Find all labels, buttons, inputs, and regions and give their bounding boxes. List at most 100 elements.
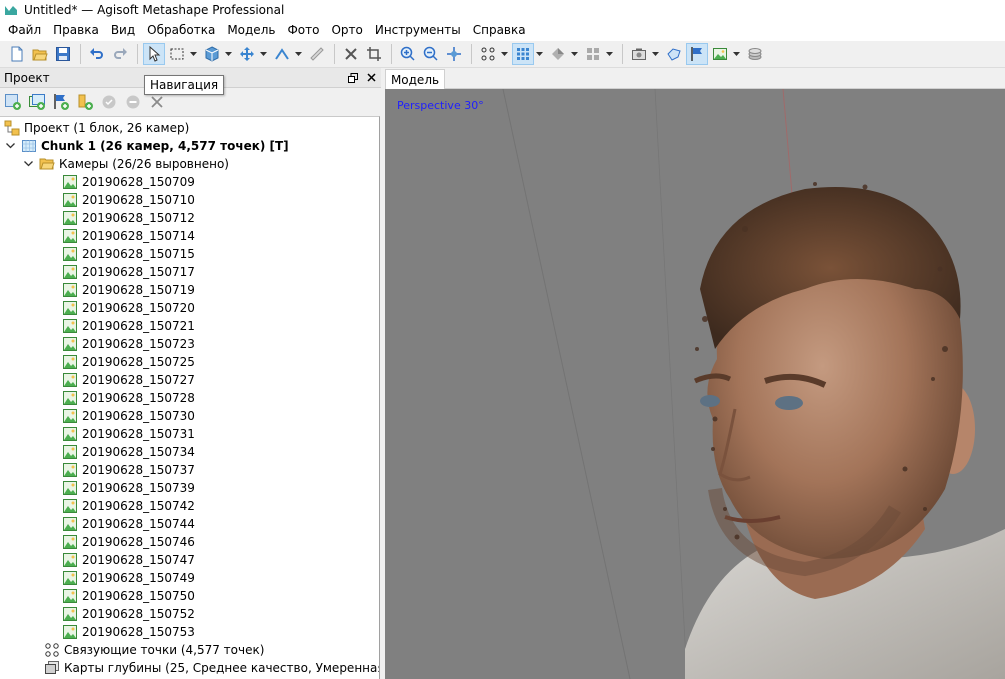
menu-photo[interactable]: Фото: [281, 20, 325, 41]
region-dropdown-arrow[interactable]: [224, 43, 233, 65]
region-button[interactable]: [201, 43, 223, 65]
camera-list-item[interactable]: 20190628_150727: [62, 371, 195, 389]
ruler-button[interactable]: [306, 43, 328, 65]
open-button[interactable]: [29, 43, 51, 65]
camera-label: 20190628_150710: [82, 193, 195, 207]
camera-list-item[interactable]: 20190628_150728: [62, 389, 195, 407]
tree-depth-maps[interactable]: Карты глубины (25, Среднее качество, Уме…: [44, 659, 379, 677]
menu-edit[interactable]: Правка: [47, 20, 105, 41]
project-tree[interactable]: Проект (1 блок, 26 камер) Chunk 1 (26 ка…: [0, 116, 380, 679]
camera-list-item[interactable]: 20190628_150744: [62, 515, 195, 533]
show-markers-button[interactable]: [663, 43, 685, 65]
tree-chunk-label: Chunk 1 (26 камер, 4,577 точек) [T]: [41, 139, 289, 153]
photo-icon: [63, 373, 77, 387]
add-chunk-button[interactable]: [3, 92, 23, 112]
reset-view-button[interactable]: [443, 43, 465, 65]
camera-list-item[interactable]: 20190628_150717: [62, 263, 195, 281]
camera-list-item[interactable]: 20190628_150720: [62, 299, 195, 317]
menu-workflow[interactable]: Обработка: [141, 20, 221, 41]
zoom-out-button[interactable]: [420, 43, 442, 65]
redo-button[interactable]: [109, 43, 131, 65]
camera-list-item[interactable]: 20190628_150730: [62, 407, 195, 425]
3d-viewport[interactable]: Perspective 30°: [385, 89, 1005, 679]
camera-list-item[interactable]: 20190628_150752: [62, 605, 195, 623]
camera-list-item[interactable]: 20190628_150714: [62, 227, 195, 245]
draw-dropdown-arrow[interactable]: [294, 43, 303, 65]
show-flags-button[interactable]: [686, 43, 708, 65]
show-images-button[interactable]: [709, 43, 731, 65]
show-tiled-model-button[interactable]: [582, 43, 604, 65]
undock-panel-button[interactable]: [345, 70, 361, 86]
camera-list-item[interactable]: 20190628_150753: [62, 623, 195, 641]
layers-icon: [748, 48, 762, 60]
folder-open-icon: [32, 49, 48, 61]
camera-list-item[interactable]: 20190628_150737: [62, 461, 195, 479]
enable-button[interactable]: [99, 92, 119, 112]
tree-cameras-folder[interactable]: Камеры (26/26 выровнено): [22, 155, 229, 173]
photo-icon: [63, 175, 77, 189]
rectangle-selection-button[interactable]: [166, 43, 188, 65]
new-document-button[interactable]: [6, 43, 28, 65]
camera-list-item[interactable]: 20190628_150710: [62, 191, 195, 209]
toolbar-separator: [622, 44, 623, 64]
points-dropdown-arrow[interactable]: [500, 43, 509, 65]
navigation-tool-button[interactable]: [143, 43, 165, 65]
crop-selection-button[interactable]: [363, 43, 385, 65]
chunk-expand-chevron-icon[interactable]: [4, 138, 16, 154]
menu-help[interactable]: Справка: [467, 20, 532, 41]
camera-list-item[interactable]: 20190628_150747: [62, 551, 195, 569]
menu-file[interactable]: Файл: [2, 20, 47, 41]
zoom-in-button[interactable]: [397, 43, 419, 65]
camera-list-item[interactable]: 20190628_150731: [62, 425, 195, 443]
tab-model[interactable]: Модель: [385, 69, 445, 89]
save-button[interactable]: [52, 43, 74, 65]
reset-view-icon: [447, 47, 461, 61]
camera-list-item[interactable]: 20190628_150715: [62, 245, 195, 263]
tree-tie-points[interactable]: Связующие точки (4,577 точек): [44, 641, 264, 659]
photo-icon: [63, 211, 77, 225]
camera-list-item[interactable]: 20190628_150719: [62, 281, 195, 299]
camera-list-item[interactable]: 20190628_150721: [62, 317, 195, 335]
selection-dropdown-arrow[interactable]: [189, 43, 198, 65]
tree-root-project[interactable]: Проект (1 блок, 26 камер): [4, 119, 189, 137]
camera-list-item[interactable]: 20190628_150749: [62, 569, 195, 587]
show-points-button[interactable]: [477, 43, 499, 65]
model-dropdown-arrow[interactable]: [570, 43, 579, 65]
close-icon: [366, 73, 376, 82]
images-dropdown-arrow[interactable]: [732, 43, 741, 65]
delete-selection-button[interactable]: [340, 43, 362, 65]
tree-chunk[interactable]: Chunk 1 (26 камер, 4,577 точек) [T]: [4, 137, 289, 155]
camera-label: 20190628_150747: [82, 553, 195, 567]
show-dense-cloud-button[interactable]: [512, 43, 534, 65]
cameras-expand-chevron-icon[interactable]: [22, 156, 34, 172]
show-cameras-button[interactable]: [628, 43, 650, 65]
camera-list-item[interactable]: 20190628_150734: [62, 443, 195, 461]
add-markers-button[interactable]: [51, 92, 71, 112]
menu-tools[interactable]: Инструменты: [369, 20, 467, 41]
cameras-dropdown-arrow[interactable]: [651, 43, 660, 65]
move-dropdown-arrow[interactable]: [259, 43, 268, 65]
camera-list-item[interactable]: 20190628_150750: [62, 587, 195, 605]
camera-list-item[interactable]: 20190628_150725: [62, 353, 195, 371]
camera-label: 20190628_150719: [82, 283, 195, 297]
add-scalebar-button[interactable]: [75, 92, 95, 112]
menu-ortho[interactable]: Орто: [325, 20, 368, 41]
close-panel-button[interactable]: [363, 70, 379, 86]
menu-model[interactable]: Модель: [221, 20, 281, 41]
dense-cloud-dropdown-arrow[interactable]: [535, 43, 544, 65]
disable-button[interactable]: [123, 92, 143, 112]
camera-list-item[interactable]: 20190628_150742: [62, 497, 195, 515]
show-model-button[interactable]: [547, 43, 569, 65]
camera-list-item[interactable]: 20190628_150723: [62, 335, 195, 353]
tiled-model-dropdown-arrow[interactable]: [605, 43, 614, 65]
menu-view[interactable]: Вид: [105, 20, 141, 41]
camera-list-item[interactable]: 20190628_150739: [62, 479, 195, 497]
camera-list-item[interactable]: 20190628_150712: [62, 209, 195, 227]
camera-list-item[interactable]: 20190628_150746: [62, 533, 195, 551]
undo-button[interactable]: [86, 43, 108, 65]
move-object-button[interactable]: [236, 43, 258, 65]
draw-polyline-button[interactable]: [271, 43, 293, 65]
show-shapes-button[interactable]: [744, 43, 766, 65]
add-photos-button[interactable]: [27, 92, 47, 112]
camera-list-item[interactable]: 20190628_150709: [62, 173, 195, 191]
